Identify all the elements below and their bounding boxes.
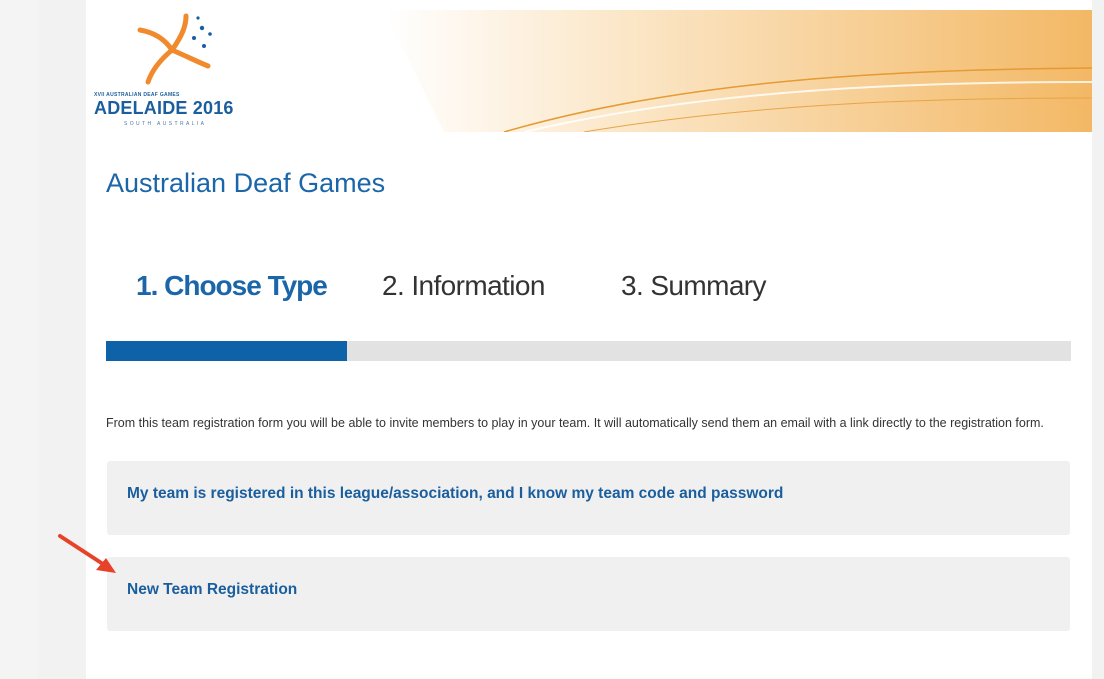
page-container: XVII AUSTRALIAN DEAF GAMES ADELAIDE 2016… <box>86 0 1092 679</box>
step-summary[interactable]: 3. Summary <box>621 270 767 302</box>
progress-bar <box>106 341 1071 361</box>
new-team-registration-label[interactable]: New Team Registration <box>127 581 297 599</box>
banner-swoosh-graphic <box>384 10 1092 132</box>
games-star-icon <box>137 13 212 85</box>
progress-bar-fill <box>106 341 348 361</box>
logo-title: ADELAIDE 2016 <box>94 98 234 118</box>
new-team-registration-option[interactable]: New Team Registration <box>107 557 1070 631</box>
adelaide-2016-logo: XVII AUSTRALIAN DEAF GAMES ADELAIDE 2016… <box>90 10 260 132</box>
step-information[interactable]: 2. Information <box>382 270 545 302</box>
annotation-arrow-icon <box>58 534 116 573</box>
registration-steps: 1. Choose Type 2. Information 3. Summary <box>86 270 1092 314</box>
left-margin <box>0 0 38 679</box>
existing-team-option[interactable]: My team is registered in this league/ass… <box>107 461 1070 535</box>
header-banner: XVII AUSTRALIAN DEAF GAMES ADELAIDE 2016… <box>86 10 1092 132</box>
logo-region: SOUTH AUSTRALIA <box>124 121 207 127</box>
step-choose-type[interactable]: 1. Choose Type <box>136 270 328 302</box>
existing-team-option-label[interactable]: My team is registered in this league/ass… <box>127 485 783 503</box>
intro-text: From this team registration form you wil… <box>106 416 1044 430</box>
page-title: Australian Deaf Games <box>106 168 386 198</box>
